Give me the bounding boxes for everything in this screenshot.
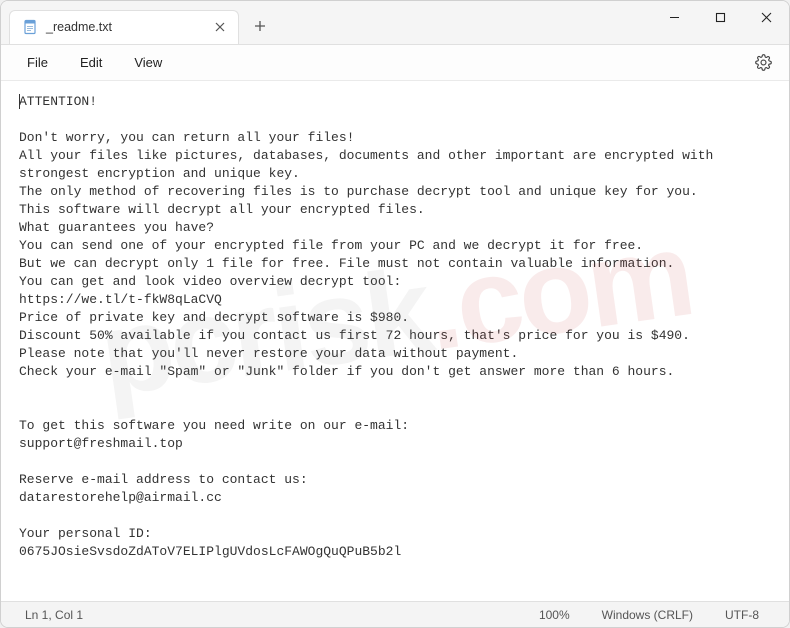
gear-icon	[755, 54, 772, 71]
minimize-button[interactable]	[651, 1, 697, 33]
tab-close-button[interactable]	[212, 19, 228, 35]
new-tab-button[interactable]	[245, 11, 275, 41]
menu-view[interactable]: View	[120, 51, 176, 74]
statusbar: Ln 1, Col 1 100% Windows (CRLF) UTF-8	[1, 601, 789, 627]
settings-button[interactable]	[749, 49, 777, 77]
tab-area: _readme.txt	[1, 1, 651, 44]
status-zoom[interactable]: 100%	[523, 608, 586, 622]
maximize-icon	[715, 12, 726, 23]
menu-file[interactable]: File	[13, 51, 62, 74]
close-icon	[761, 12, 772, 23]
maximize-button[interactable]	[697, 1, 743, 33]
status-encoding[interactable]: UTF-8	[709, 608, 775, 622]
status-lineending[interactable]: Windows (CRLF)	[586, 608, 709, 622]
window-controls	[651, 1, 789, 44]
close-window-button[interactable]	[743, 1, 789, 33]
status-position: Ln 1, Col 1	[15, 608, 523, 622]
text-editor[interactable]: ATTENTION! Don't worry, you can return a…	[1, 81, 789, 601]
plus-icon	[254, 20, 266, 32]
notepad-window: _readme.txt	[0, 0, 790, 628]
tab-title: _readme.txt	[46, 20, 204, 34]
titlebar: _readme.txt	[1, 1, 789, 45]
minimize-icon	[669, 12, 680, 23]
tab[interactable]: _readme.txt	[9, 10, 239, 44]
menu-edit[interactable]: Edit	[66, 51, 116, 74]
close-icon	[215, 22, 225, 32]
menubar: File Edit View	[1, 45, 789, 81]
file-icon	[22, 19, 38, 35]
